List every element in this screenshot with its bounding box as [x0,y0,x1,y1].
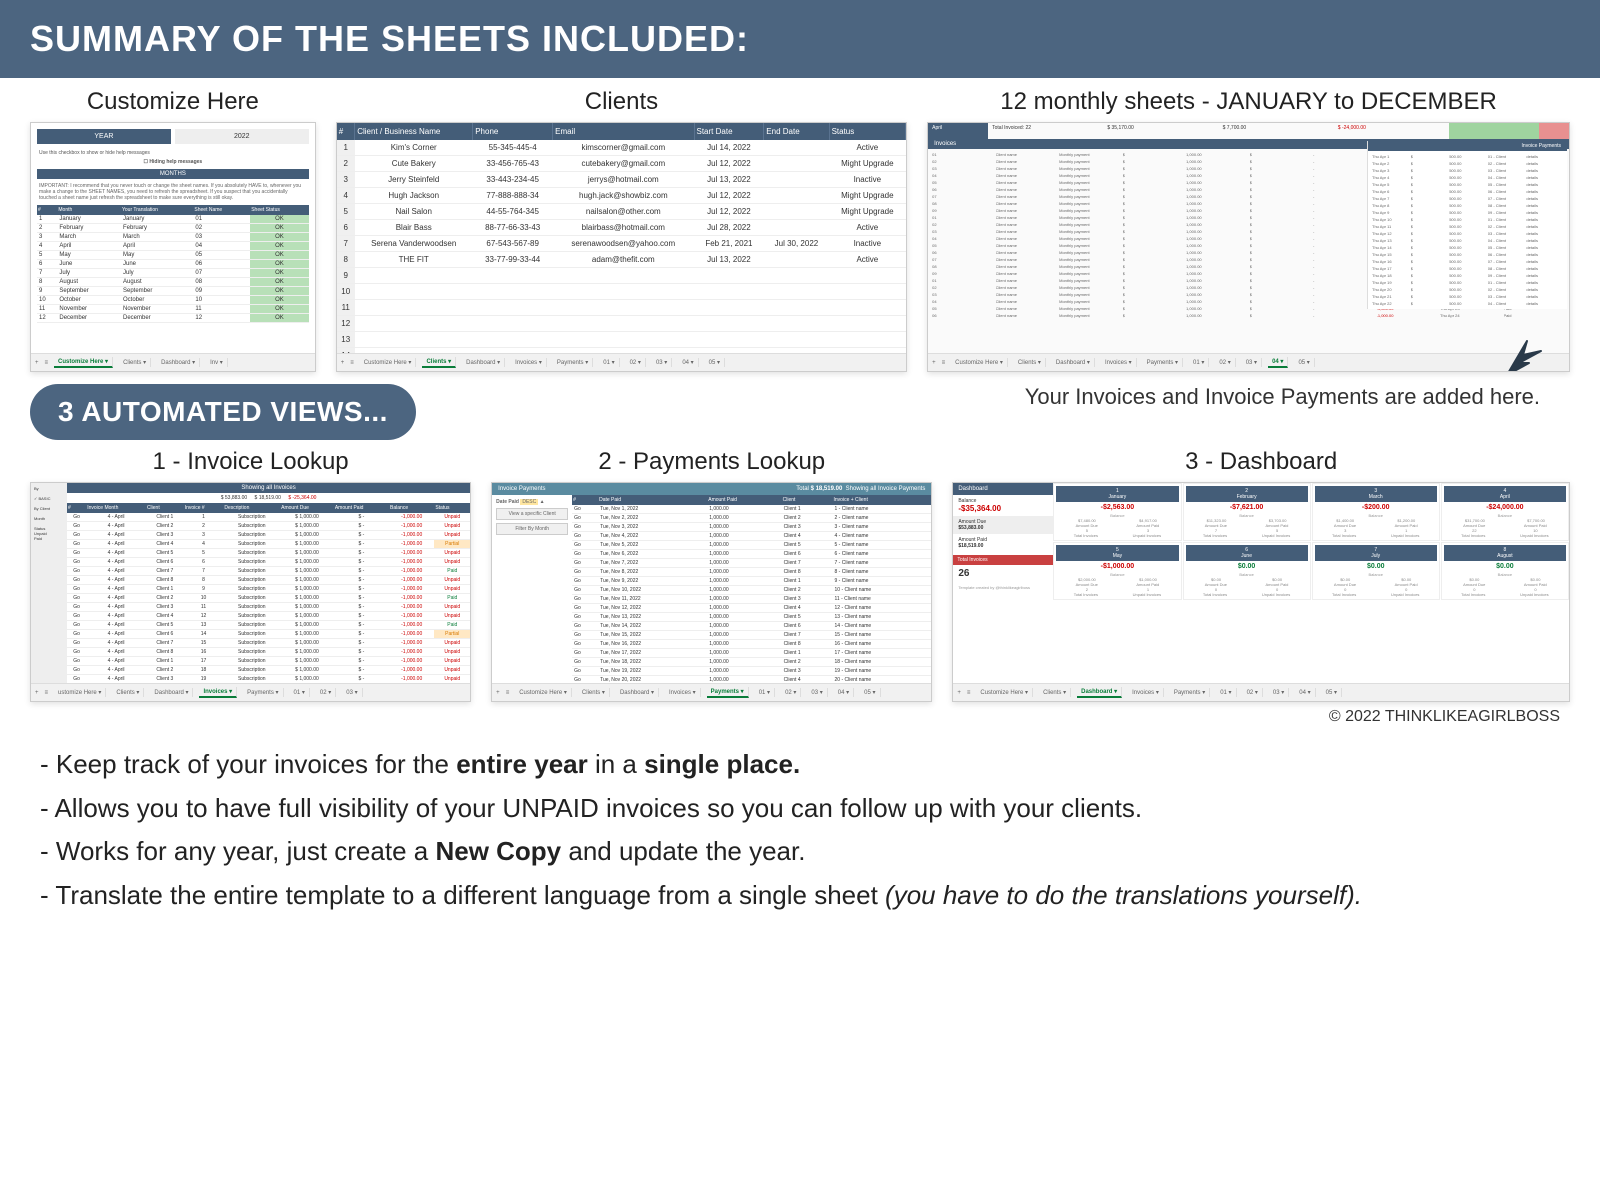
year-label: YEAR [37,129,171,144]
monthly-column: 12 monthly sheets - JANUARY to DECEMBER … [927,88,1570,372]
feature-bullets: - Keep track of your invoices for the en… [0,732,1600,928]
payments-lookup-title: 2 - Payments Lookup [491,448,932,476]
top-sheets-row: Customize Here YEAR 2022 Use this checkb… [0,78,1600,372]
invoice-lookup-summary: $ 53,883.00 $ 18,519.00 $ -25,364.00 [67,493,470,503]
amount-due: $ 35,170.00 [1103,123,1218,139]
invoice-lookup-column: 1 - Invoice Lookup By✓ BASICBy ClientMon… [30,448,471,702]
clients-preview: #Client / Business NamePhoneEmailStart D… [336,122,907,372]
tabs-bar: +≡Customize Here ▾Clients ▾Dashboard ▾In… [928,353,1569,371]
filter-by-month-button[interactable]: Filter By Month [496,523,568,535]
tabs-bar: +≡Customize Here ▾Clients ▾Dashboard ▾In… [337,353,906,371]
monthly-payments-panel: Invoice Payments Thu Apr 1$500.0001 - Cl… [1367,141,1567,309]
total-invoices-head: Total Invoices [953,555,1053,565]
payments-heading: Invoice Payments Total $ 18,519.00 Showi… [492,483,931,495]
tabs-bar: +≡Customize Here ▾Clients ▾Dashboard ▾In… [31,353,315,371]
balance: $ -24,000.00 [1334,123,1449,139]
dashboard-sidebar: Dashboard Balance-$35,364.00 Amount Due$… [953,483,1053,593]
tabs-bar: +≡ustomize Here ▾Clients ▾Dashboard ▾Inv… [31,683,470,701]
dashboard-preview: Dashboard Balance-$35,364.00 Amount Due$… [952,482,1570,702]
clients-column: Clients #Client / Business NamePhoneEmai… [336,88,907,372]
status-bad-bar [1539,123,1569,139]
invoice-lookup-table: #Invoice MonthClientInvoice #Description… [67,503,470,684]
specific-client-button[interactable]: View a specific Client [496,508,568,520]
automated-views-pill: 3 AUTOMATED VIEWS... [30,384,416,440]
total-invoiced-label: Total Invoiced: 22 [988,123,1103,139]
months-header: MONTHS [37,169,309,179]
months-table: #MonthYour TranslationSheet NameSheet St… [37,205,309,323]
year-value: 2022 [175,129,309,144]
monthly-preview: April Total Invoiced: 22 $ 35,170.00 $ 7… [927,122,1570,372]
tabs-bar: +≡Customize Here ▾Clients ▾Dashboard ▾In… [492,683,931,701]
customize-column: Customize Here YEAR 2022 Use this checkb… [30,88,316,372]
payments-sidebar: Date Paid DESC ▲ View a specific Client … [492,495,572,542]
clients-table: #Client / Business NamePhoneEmailStart D… [337,123,906,372]
page-title: SUMMARY OF THE SHEETS INCLUDED: [0,0,1600,78]
invoice-lookup-preview: By✓ BASICBy ClientMonthStatusUnpaidPaid … [30,482,471,702]
bottom-sheets-row: 1 - Invoice Lookup By✓ BASICBy ClientMon… [0,440,1600,702]
invoice-lookup-heading: Showing all Invoices [67,483,470,493]
payments-lookup-preview: Invoice Payments Total $ 18,519.00 Showi… [491,482,932,702]
pointer-arrow-icon [1499,333,1549,372]
amount-paid: $ 7,700.00 [1219,123,1334,139]
month-name-label: April [928,123,988,139]
customize-title: Customize Here [30,88,316,116]
hiding-label: ☐ Hiding help messages [39,159,307,165]
copyright-text: © 2022 THINKLIKEAGIRLBOSS [0,702,1600,732]
payments-lookup-column: 2 - Payments Lookup Invoice Payments Tot… [491,448,932,702]
clients-title: Clients [336,88,907,116]
lookup-sidebar: By✓ BASICBy ClientMonthStatusUnpaidPaid [31,483,67,683]
checkbox-note: Use this checkbox to show or hide help m… [39,150,307,156]
important-note: IMPORTANT: I recommend that you never to… [39,183,307,201]
customize-preview: YEAR 2022 Use this checkbox to show or h… [30,122,316,372]
dashboard-title: 3 - Dashboard [952,448,1570,476]
status-ok-bar [1449,123,1539,139]
payments-header: Invoice Payments [1368,141,1567,151]
dashboard-column: 3 - Dashboard Dashboard Balance-$35,364.… [952,448,1570,702]
payments-table: #Date PaidAmount PaidClientInvoice + Cli… [572,495,931,702]
monthly-title: 12 monthly sheets - JANUARY to DECEMBER [927,88,1570,116]
caption-text: Your Invoices and Invoice Payments are a… [446,380,1600,410]
dashboard-month-grid: 1January-$2,563.00Balance$7,480.00$4,917… [1053,483,1569,600]
invoice-lookup-title: 1 - Invoice Lookup [30,448,471,476]
tabs-bar: +≡Customize Here ▾Clients ▾Dashboard ▾In… [953,683,1569,701]
